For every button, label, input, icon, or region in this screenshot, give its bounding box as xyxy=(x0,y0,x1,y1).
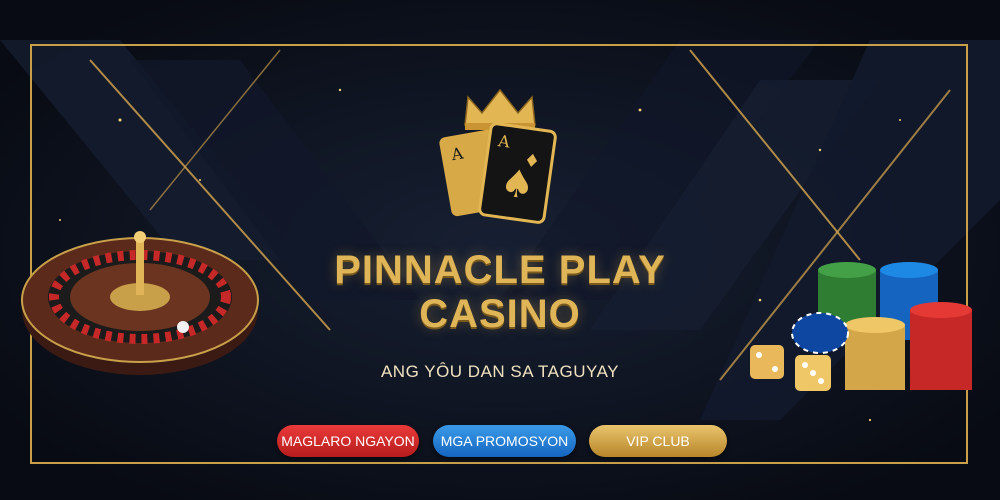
svg-text:♦: ♦ xyxy=(522,150,541,173)
casino-chips xyxy=(750,262,972,391)
play-now-button[interactable]: MAGLARO NGAYON xyxy=(277,425,419,457)
promotions-button[interactable]: MGA PROMOSYON xyxy=(433,425,576,457)
roulette-wheel xyxy=(21,231,259,375)
vip-club-button[interactable]: VIP CLUB xyxy=(589,425,727,457)
page-title: PINNACLE PLAY CASINO xyxy=(250,248,750,336)
casino-logo: A A ♠ ♦ xyxy=(439,88,557,224)
playing-cards-icon: A A ♠ ♦ xyxy=(439,122,557,224)
title-line-2: CASINO xyxy=(419,292,581,336)
title-line-1: PINNACLE PLAY xyxy=(334,248,666,292)
tagline: ANG YÔU DAN SA TAGUYAY xyxy=(380,362,620,381)
